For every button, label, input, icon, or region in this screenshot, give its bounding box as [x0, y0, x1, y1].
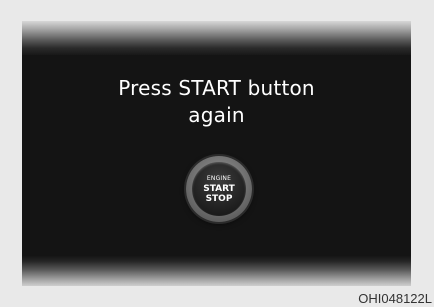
cluster-display-screen: Press START button again ENGINE START ST…	[22, 21, 411, 286]
message-line-2: again	[188, 103, 245, 127]
button-start-label: START	[203, 184, 235, 194]
figure-code: OHI048122L	[358, 291, 432, 306]
message-line-1: Press START button	[118, 76, 315, 100]
display-frame: Press START button again ENGINE START ST…	[0, 0, 434, 307]
screen-bottom-highlight	[22, 256, 411, 286]
start-button-face: ENGINE START STOP	[192, 162, 246, 216]
screen-top-highlight	[22, 21, 411, 55]
button-engine-label: ENGINE	[206, 175, 232, 182]
button-stop-label: STOP	[205, 194, 233, 204]
warning-message: Press START button again	[22, 75, 411, 129]
engine-start-stop-button-icon: ENGINE START STOP	[186, 156, 252, 222]
